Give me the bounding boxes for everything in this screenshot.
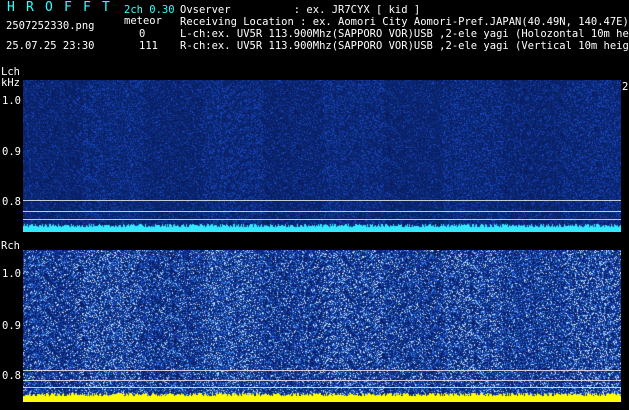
rch-meteor-count: 111 <box>139 40 158 52</box>
rch-marker-line <box>23 380 621 381</box>
file-name: 2507252330.png <box>6 20 95 32</box>
logo-letter-r: R <box>26 0 34 15</box>
rch-label: Rch <box>1 240 20 252</box>
lch-meteor-count: 0 <box>139 28 146 40</box>
lch-spectrogram-canvas <box>23 80 621 232</box>
lch-ytick-0-8: 0.8 <box>2 196 21 208</box>
lch-ytick-0-9: 0.9 <box>2 146 21 158</box>
lch-receiver-line: L-ch:ex. UV5R 113.900Mhz(SAPPORO VOR)USB… <box>180 28 629 40</box>
rch-ytick-0-8: 0.8 <box>2 370 21 382</box>
lch-spectrogram <box>23 80 621 232</box>
rch-ytick-1-0: 1.0 <box>2 268 21 280</box>
lch-marker-line <box>23 219 621 220</box>
location-line: Receiving Location : ex. Aomori City Aom… <box>180 16 629 28</box>
lch-marker-line <box>23 211 621 212</box>
rch-ytick-0-9: 0.9 <box>2 320 21 332</box>
rch-receiver-line: R-ch:ex. UV5R 113.900Mhz(SAPPORO VOR)USB… <box>180 40 629 52</box>
logo-letter-f1: F <box>64 0 72 15</box>
lch-marker-line <box>23 200 621 201</box>
lch-unit: kHz <box>1 77 20 89</box>
capture-datetime: 25.07.25 23:30 <box>6 40 95 52</box>
logo-letter-f2: F <box>83 0 91 15</box>
meteor-label: meteor <box>124 15 162 27</box>
logo-letter-t: T <box>102 0 110 15</box>
logo-letter-h: H <box>7 0 15 15</box>
lch-ytick-1-0: 1.0 <box>2 95 21 107</box>
observer-line: Ovserver : ex. JR7CYX [ kid ] <box>180 4 421 16</box>
rch-marker-line <box>23 370 621 371</box>
edge-label: 2 <box>622 81 629 93</box>
rch-marker-line <box>23 387 621 388</box>
logo-letter-o: O <box>45 0 53 15</box>
